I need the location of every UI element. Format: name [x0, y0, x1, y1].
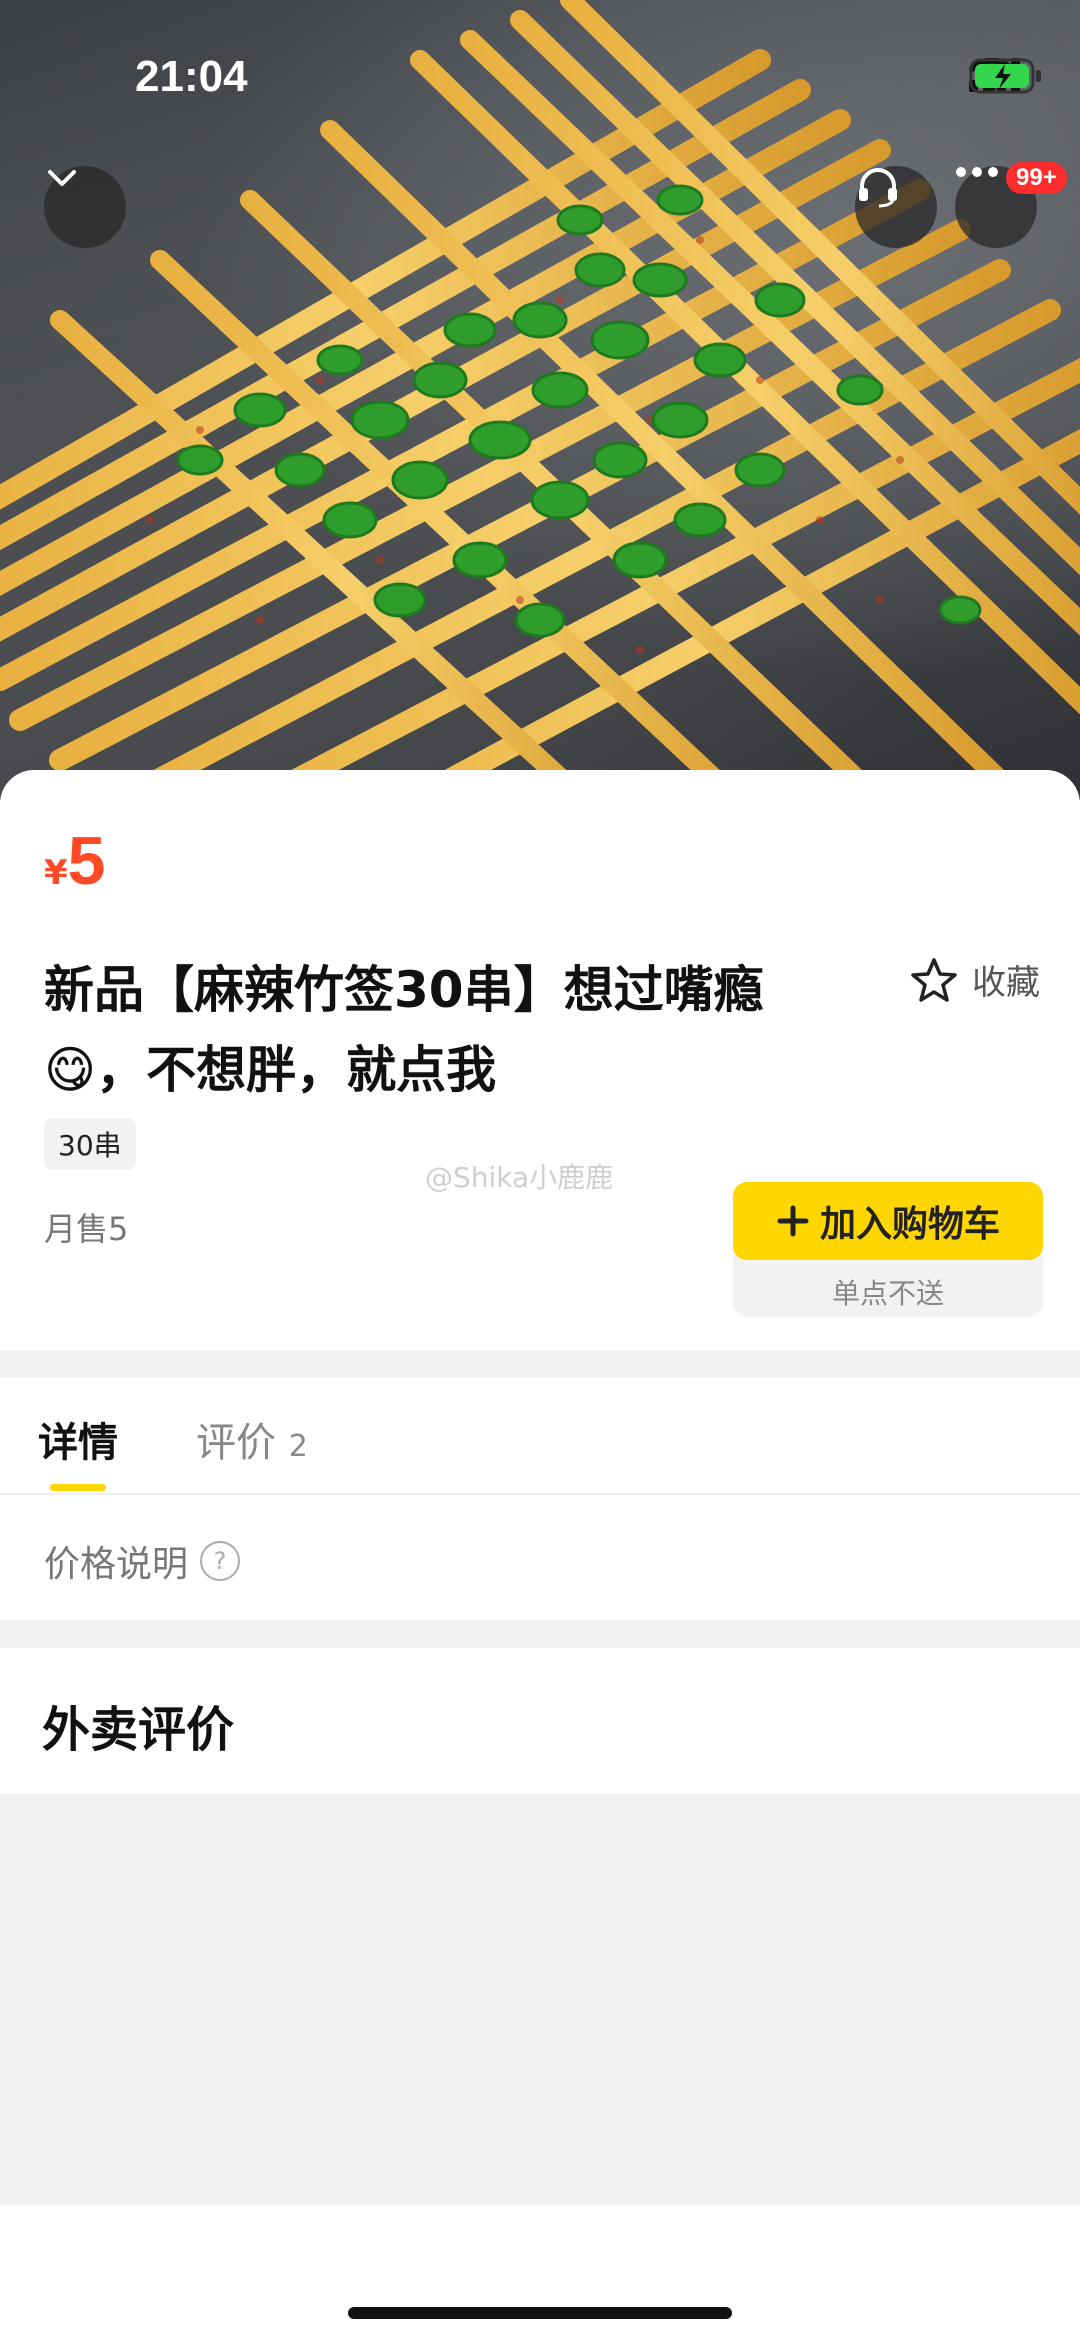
- product-image: 21:04 99+: [0, 0, 1080, 800]
- product-title-line2-text: ，不想胖，就点我: [96, 1041, 497, 1099]
- customer-service-button[interactable]: [855, 166, 937, 248]
- battery-charging-icon: [969, 58, 1041, 94]
- add-to-cart-button[interactable]: 加入购物车: [733, 1182, 1043, 1260]
- help-icon: ?: [200, 1541, 241, 1581]
- price-explanation-label: 价格说明: [44, 1544, 189, 1585]
- price-value: 5: [67, 823, 106, 899]
- price-card: [0, 770, 1080, 970]
- spec-tag: 30串: [44, 1118, 136, 1170]
- product-title-line2: 😋，不想胖，就点我: [44, 1030, 874, 1110]
- home-indicator[interactable]: [348, 2307, 732, 2319]
- favorite-button[interactable]: 收藏: [910, 955, 1040, 1004]
- watermark: @Shika小鹿鹿: [425, 1161, 614, 1194]
- plus-icon: [777, 1205, 809, 1237]
- reviews-section-title: 外卖评价: [42, 1702, 235, 1758]
- price-explanation[interactable]: 价格说明 ?: [44, 1535, 241, 1587]
- notification-badge: 99+: [1006, 162, 1067, 194]
- status-bar: 21:04: [0, 0, 1080, 160]
- divider: [0, 1493, 1080, 1495]
- status-icons: [969, 58, 1041, 94]
- product-price: ¥5: [44, 822, 106, 900]
- status-time: 21:04: [135, 52, 248, 101]
- bottom-bar: [0, 2205, 1080, 2342]
- tab-reviews[interactable]: 评价 2: [196, 1410, 308, 1468]
- tab-reviews-count: 2: [288, 1429, 308, 1464]
- tab-active-indicator: [50, 1484, 106, 1491]
- tab-details[interactable]: 详情: [38, 1410, 118, 1468]
- currency-symbol: ¥: [44, 853, 68, 893]
- monthly-sales: 月售5: [44, 1210, 129, 1248]
- add-to-cart-label: 加入购物车: [819, 1204, 1000, 1245]
- star-icon: [911, 957, 957, 1002]
- tab-details-label: 详情: [38, 1420, 118, 1466]
- headset-icon: [859, 168, 897, 208]
- product-title-line1: 新品【麻辣竹签30串】想过嘴瘾: [44, 961, 764, 1019]
- product-title: 新品【麻辣竹签30串】想过嘴瘾 😋，不想胖，就点我: [44, 950, 874, 1110]
- tab-reviews-label: 评价: [196, 1420, 276, 1466]
- chevron-down-icon: [48, 170, 76, 186]
- single-order-note: 单点不送: [831, 1277, 944, 1310]
- favorite-label: 收藏: [972, 963, 1040, 1003]
- emoji-icon: 😋: [44, 1041, 97, 1099]
- more-dots-icon: [956, 167, 998, 177]
- collapse-button[interactable]: [44, 166, 126, 248]
